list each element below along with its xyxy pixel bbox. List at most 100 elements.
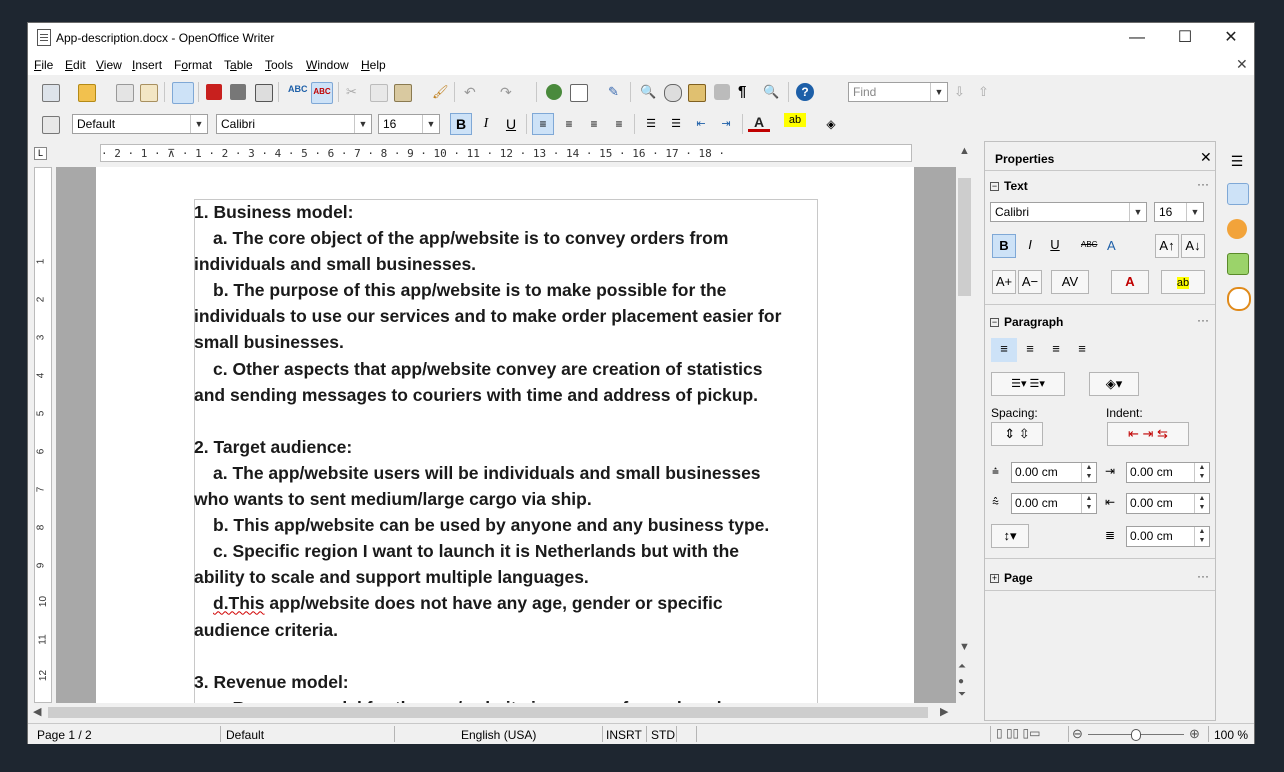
styles-formatting-icon[interactable] bbox=[1227, 219, 1247, 239]
line-spacing-icon[interactable]: ↕▾ bbox=[991, 524, 1029, 548]
table-icon[interactable] bbox=[570, 84, 588, 102]
sidebar-align-center-icon[interactable]: ≡ bbox=[1017, 338, 1043, 362]
numbering-icon[interactable]: ☰ bbox=[640, 113, 662, 135]
copy-icon[interactable] bbox=[370, 84, 388, 102]
export-pdf-icon[interactable] bbox=[206, 84, 222, 100]
vertical-ruler[interactable]: 1 2 3 4 5 6 7 8 9 10 11 12 13 bbox=[34, 167, 52, 703]
styles-icon[interactable] bbox=[42, 116, 60, 134]
strikethrough-icon[interactable]: ABC bbox=[1081, 240, 1097, 249]
document-line[interactable]: individuals and small businesses. bbox=[194, 251, 820, 277]
navigation-icon[interactable]: ● bbox=[958, 676, 964, 687]
undo-icon[interactable]: ↶ bbox=[464, 84, 480, 100]
chevron-down-icon[interactable]: ▼ bbox=[1129, 203, 1146, 221]
email-icon[interactable] bbox=[140, 84, 158, 102]
zoom-level[interactable]: 100 % bbox=[1214, 728, 1248, 742]
collapse-icon[interactable]: − bbox=[990, 318, 999, 327]
increase-indent-icon[interactable]: ⇥ bbox=[715, 113, 737, 135]
sidebar-align-left-icon[interactable]: ≡ bbox=[991, 338, 1017, 362]
hyperlink-icon[interactable] bbox=[546, 84, 562, 100]
find-replace-icon[interactable]: 🔍 bbox=[640, 84, 656, 100]
document-line[interactable]: b. The purpose of this app/website is to… bbox=[194, 277, 820, 303]
document-line[interactable]: a. The app/website users will be individ… bbox=[194, 460, 820, 486]
align-center-icon[interactable]: ≡ bbox=[558, 113, 580, 135]
auto-spellcheck-icon[interactable]: ABC bbox=[311, 82, 333, 104]
navigator-icon[interactable] bbox=[664, 84, 682, 102]
grow-font-icon[interactable]: A+ bbox=[992, 270, 1016, 294]
font-color-icon[interactable]: A bbox=[748, 113, 770, 132]
sidebar-highlight-icon[interactable]: ab bbox=[1161, 270, 1205, 294]
sidebar-underline-button[interactable]: U bbox=[1043, 234, 1067, 258]
document-line[interactable]: individuals to use our services and to m… bbox=[194, 303, 820, 329]
document-line[interactable]: small businesses. bbox=[194, 329, 820, 355]
sidebar-font-size[interactable]: 16 ▼ bbox=[1154, 202, 1204, 222]
indent-before-field[interactable]: 0.00 cm ▲ ▼ bbox=[1126, 462, 1210, 483]
navigator-deck-icon[interactable] bbox=[1227, 287, 1251, 311]
gallery-icon[interactable] bbox=[688, 84, 706, 102]
menu-tools[interactable]: Tools bbox=[265, 58, 293, 72]
sidebar-menu-icon[interactable]: ☰ bbox=[1227, 151, 1247, 171]
chevron-down-icon[interactable]: ▼ bbox=[190, 115, 207, 133]
chevron-down-icon[interactable]: ▼ bbox=[930, 83, 947, 101]
document-line[interactable]: 3. Revenue model: bbox=[194, 669, 820, 695]
spinner-icon[interactable]: ▲ ▼ bbox=[1194, 494, 1209, 513]
chevron-down-icon[interactable]: ▼ bbox=[354, 115, 371, 133]
document-line[interactable]: d.This app/website does not have any age… bbox=[194, 590, 820, 616]
print-preview-icon[interactable] bbox=[255, 84, 273, 102]
indent-after-field[interactable]: 0.00 cm ▲ ▼ bbox=[1126, 493, 1210, 514]
spinner-icon[interactable]: ▲ ▼ bbox=[1194, 463, 1209, 482]
page-style[interactable]: Default bbox=[226, 728, 264, 742]
first-line-indent-field[interactable]: 0.00 cm ▲ ▼ bbox=[1126, 526, 1210, 547]
spinner-icon[interactable]: ▲ ▼ bbox=[1194, 527, 1209, 546]
collapse-icon[interactable]: − bbox=[990, 182, 999, 191]
close-window-button[interactable]: ✕ bbox=[1208, 23, 1254, 53]
bullets-icon[interactable]: ☰ bbox=[665, 113, 687, 135]
paragraph-background-icon[interactable]: ◈▾ bbox=[1089, 372, 1139, 396]
scroll-left-icon[interactable]: ◀ bbox=[33, 705, 41, 718]
more-options-icon[interactable]: ··· bbox=[1197, 177, 1209, 191]
italic-button[interactable]: I bbox=[475, 113, 497, 135]
shadow-icon[interactable]: A bbox=[1107, 238, 1116, 253]
menu-table[interactable]: Table bbox=[224, 58, 253, 72]
menu-format[interactable]: Format bbox=[174, 58, 212, 72]
list-style-icon[interactable]: ☰▾ ☰▾ bbox=[991, 372, 1065, 396]
indent-buttons-icon[interactable]: ⇤ ⇥ ⇆ bbox=[1107, 422, 1189, 446]
document-line[interactable]: 2. Target audience: bbox=[194, 434, 820, 460]
spacing-below-field[interactable]: 0.00 cm ▲ ▼ bbox=[1011, 493, 1097, 514]
document-line[interactable]: c. Specific region I want to launch it i… bbox=[194, 538, 820, 564]
document-line[interactable]: 1. Business model: bbox=[194, 199, 820, 225]
superscript-icon[interactable]: A↑ bbox=[1155, 234, 1179, 258]
draw-functions-icon[interactable]: ✎ bbox=[608, 84, 624, 100]
align-left-icon[interactable]: ≡ bbox=[532, 113, 554, 135]
tab-type-icon[interactable]: L bbox=[34, 147, 47, 160]
print-icon[interactable] bbox=[230, 84, 246, 100]
menu-help[interactable]: Help bbox=[361, 58, 386, 72]
more-options-icon[interactable]: ··· bbox=[1197, 313, 1209, 327]
subscript-icon[interactable]: A↓ bbox=[1181, 234, 1205, 258]
language-status[interactable]: English (USA) bbox=[461, 728, 536, 742]
document-line[interactable] bbox=[194, 408, 820, 434]
document-line[interactable]: who wants to sent medium/large cargo via… bbox=[194, 486, 820, 512]
find-input[interactable]: Find ▼ bbox=[848, 82, 948, 102]
zoom-icon[interactable]: 🔍 bbox=[763, 84, 779, 100]
bold-button[interactable]: B bbox=[450, 113, 472, 135]
sidebar-align-right-icon[interactable]: ≡ bbox=[1043, 338, 1069, 362]
find-next-icon[interactable]: ⇩ bbox=[954, 84, 970, 100]
highlighting-icon[interactable]: ab bbox=[784, 113, 806, 127]
document-line[interactable]: a. The core object of the app/website is… bbox=[194, 225, 820, 251]
spinner-icon[interactable]: ▲ ▼ bbox=[1081, 494, 1096, 513]
data-sources-icon[interactable] bbox=[714, 84, 730, 100]
menu-edit[interactable]: Edit bbox=[65, 58, 86, 72]
sidebar-font-name[interactable]: Calibri ▼ bbox=[990, 202, 1147, 222]
minimize-button[interactable]: — bbox=[1114, 23, 1160, 53]
background-color-icon[interactable]: ◈ bbox=[820, 113, 842, 135]
formatting-marks-icon[interactable]: ¶ bbox=[738, 83, 754, 100]
document-line[interactable]: audience criteria. bbox=[194, 617, 820, 643]
next-page-icon[interactable]: ⏷ bbox=[958, 689, 966, 700]
document-line[interactable]: ability to scale and support multiple la… bbox=[194, 564, 820, 590]
character-spacing-icon[interactable]: AV bbox=[1051, 270, 1089, 294]
menu-file[interactable]: File bbox=[34, 58, 53, 72]
new-document-icon[interactable] bbox=[42, 84, 60, 102]
menu-view[interactable]: View bbox=[96, 58, 122, 72]
document-line[interactable]: a. Revenue model for the app/website is … bbox=[194, 695, 820, 703]
scroll-right-icon[interactable]: ▶ bbox=[940, 705, 948, 718]
